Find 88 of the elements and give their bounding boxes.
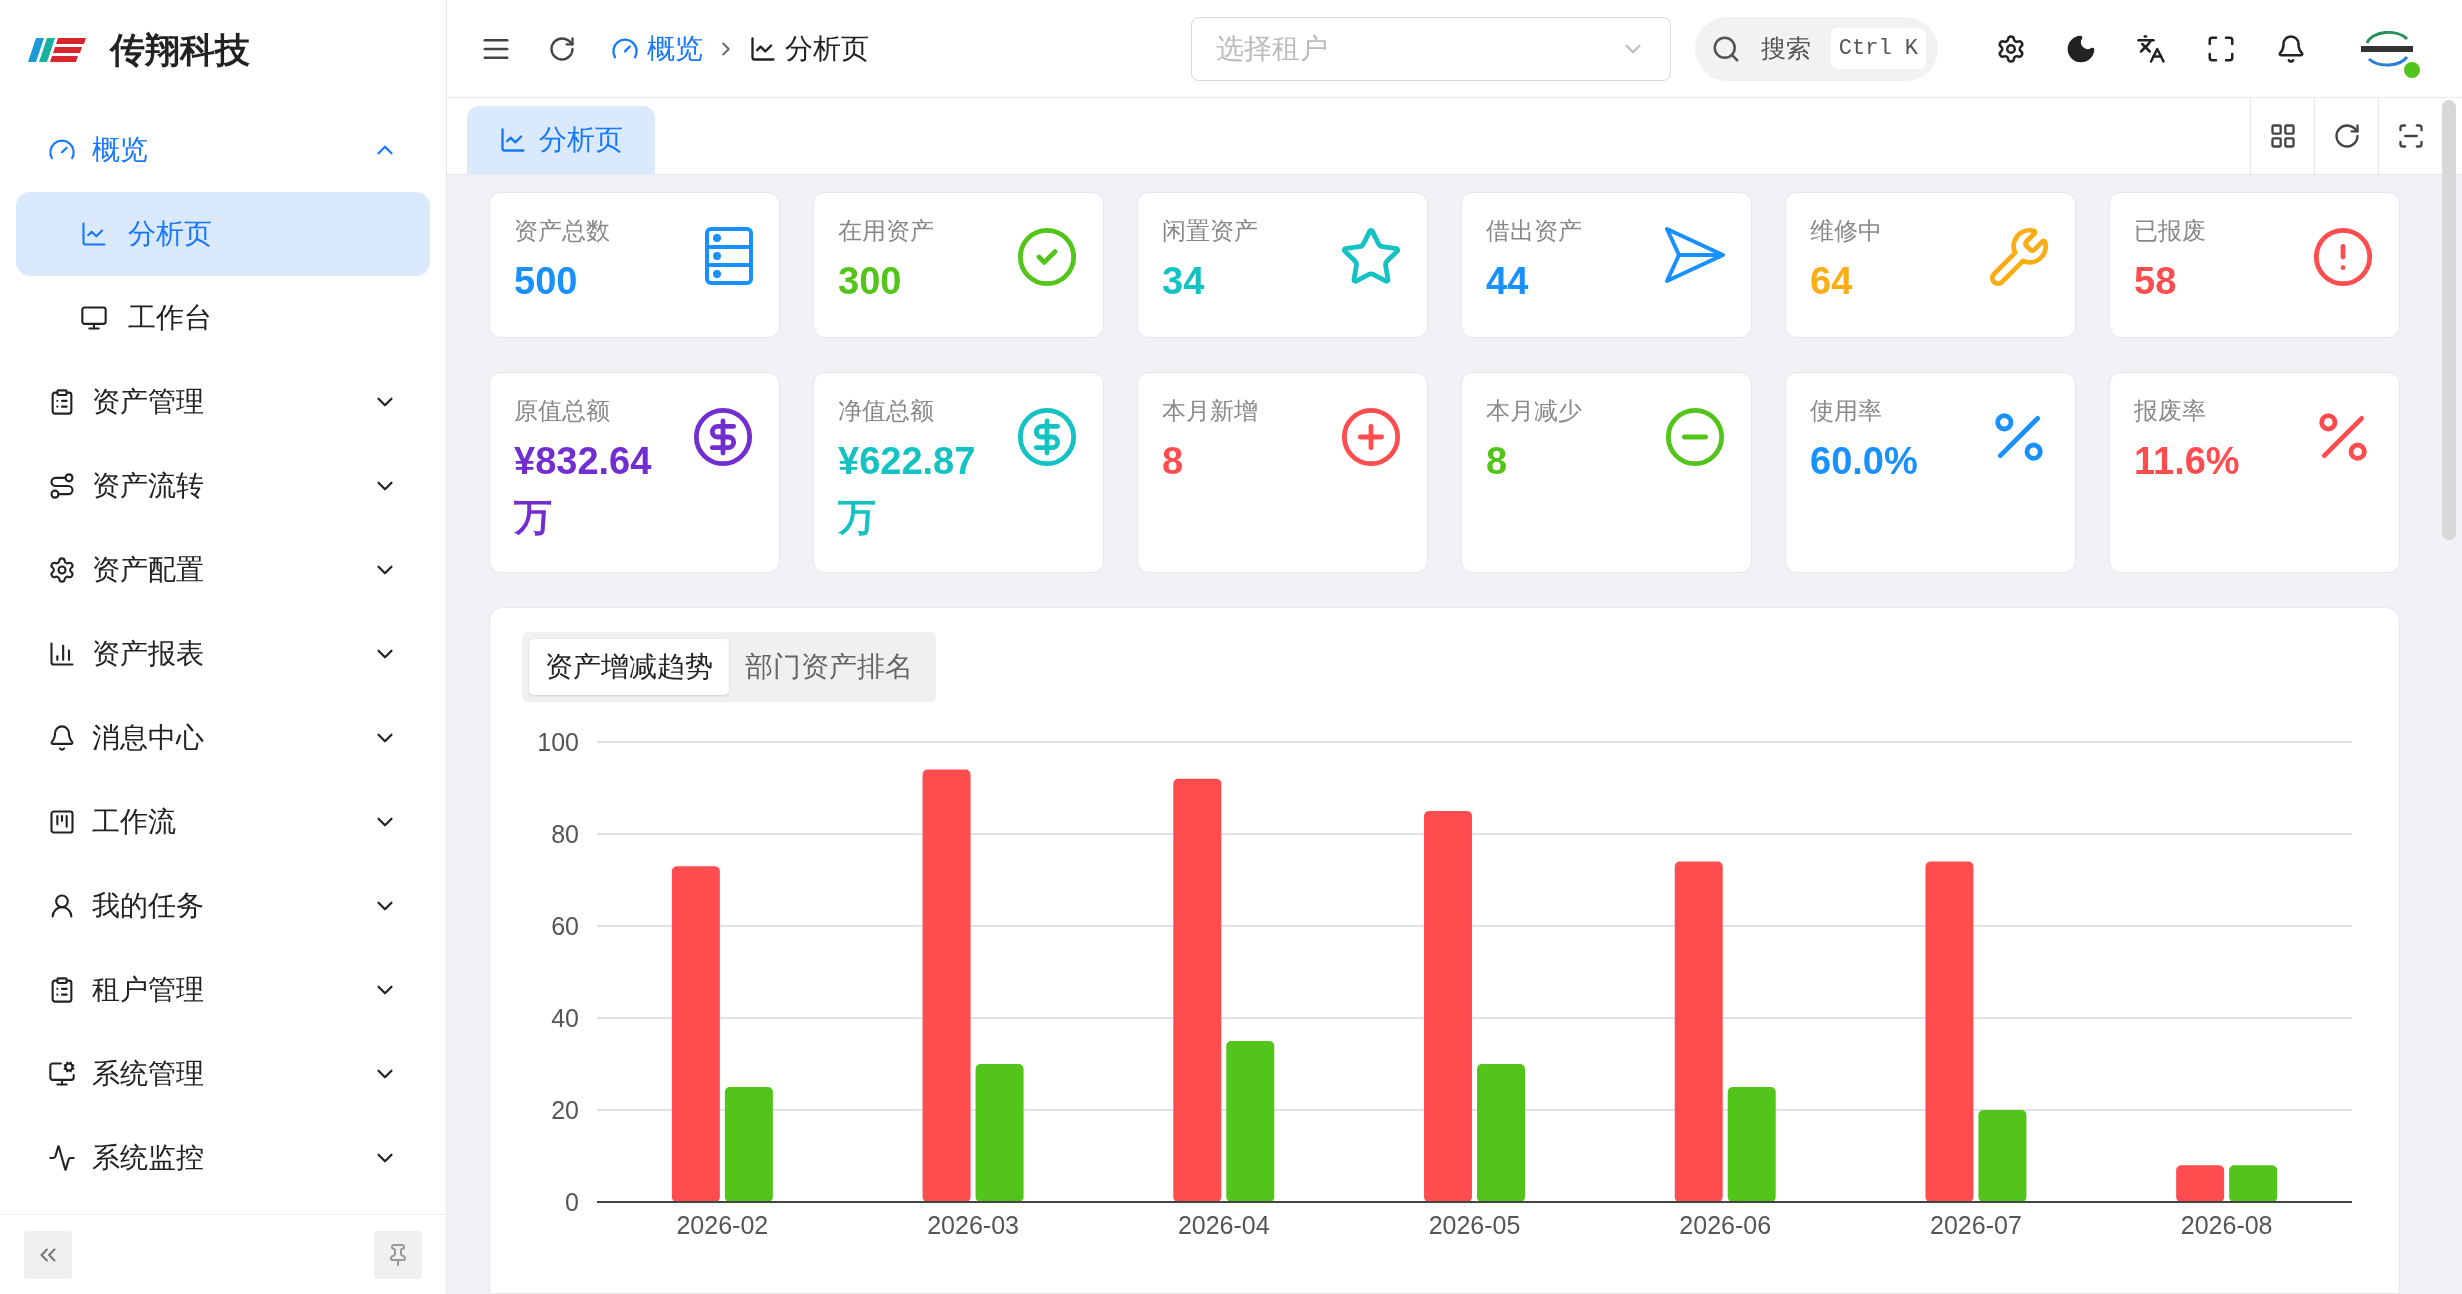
bar-chart-icon	[48, 640, 76, 668]
collapse-button[interactable]	[24, 1230, 72, 1279]
sidebar-item[interactable]: 资产管理	[16, 360, 430, 444]
axis-label: 2026-05	[1428, 1211, 1521, 1239]
breadcrumb-link[interactable]: 分析页	[749, 27, 869, 70]
axis-label: 2026-06	[1679, 1211, 1772, 1239]
bell-icon	[48, 724, 76, 752]
grid-icon	[2268, 122, 2297, 150]
stat-value: 300	[838, 259, 903, 304]
axis-label: 2026-04	[1177, 1211, 1270, 1239]
alert-icon	[2311, 225, 2375, 289]
sidebar-subitem[interactable]: 工作台	[16, 276, 430, 360]
stat-label: 已报废	[2134, 216, 2207, 246]
wrench-icon	[1987, 225, 2051, 289]
sidebar-item[interactable]: 概览	[16, 108, 430, 192]
stat-value: 11.6%	[2134, 439, 2241, 484]
brand-name: 传翔科技	[110, 28, 250, 71]
scan-icon	[2396, 122, 2425, 150]
axis-label: 2026-02	[676, 1211, 769, 1239]
stat-value: 8	[1486, 439, 1509, 484]
axis-label: 2026-08	[2180, 1211, 2273, 1239]
activity-icon	[48, 1144, 76, 1172]
sidebar-item[interactable]: 租户管理	[16, 948, 430, 1032]
chart-tab[interactable]: 部门资产排名	[729, 639, 929, 695]
axis-label: 2026-03	[927, 1211, 1019, 1239]
stat-value: ¥832.64万	[514, 439, 653, 540]
chart-tab[interactable]: 资产增减趋势	[529, 639, 729, 695]
stat-label: 借出资产	[1486, 216, 1583, 246]
axis-label: 100	[537, 728, 579, 756]
translate-icon	[2136, 33, 2166, 64]
line-chart-icon	[80, 220, 108, 248]
sidebar-item[interactable]: 资产配置	[16, 528, 430, 612]
monitor-icon	[80, 304, 108, 332]
axis-label: 80	[551, 820, 579, 848]
stat-label: 原值总额	[514, 396, 611, 426]
minus-circle-icon	[1663, 405, 1727, 469]
bell-icon	[2276, 33, 2306, 64]
stat-label: 报废率	[2134, 396, 2207, 426]
sidebar-item[interactable]: 消息中心	[16, 696, 430, 780]
plus-circle-icon	[1339, 405, 1403, 469]
stat-label: 本月减少	[1486, 396, 1583, 426]
check-circle-icon	[1015, 225, 1079, 289]
dollar-icon	[1015, 405, 1079, 469]
stat-label: 闲置资产	[1162, 216, 1259, 246]
stat-value: 44	[1486, 259, 1530, 304]
sidebar-item[interactable]: 我的任务	[16, 864, 430, 948]
axis-label: 60	[551, 912, 579, 940]
stat-label: 本月新增	[1162, 396, 1259, 426]
line-chart-icon	[749, 34, 777, 63]
kanban-icon	[48, 808, 76, 836]
axis-label: 0	[565, 1188, 579, 1216]
dollar-icon	[691, 405, 755, 469]
axis-label: 40	[551, 1004, 579, 1032]
sidebar-item[interactable]: 系统监控	[16, 1116, 430, 1200]
stat-value: 8	[1162, 439, 1185, 484]
bar	[2229, 1165, 2278, 1202]
breadcrumb-link[interactable]: 概览	[611, 27, 703, 70]
monitor-icon	[48, 1060, 76, 1088]
axis-label: 2026-07	[1930, 1211, 2022, 1239]
stat-label: 使用率	[1810, 396, 1883, 426]
stat-label: 维修中	[1810, 216, 1883, 246]
stat-value: 60.0%	[1810, 439, 1919, 484]
axis-label: 20	[551, 1096, 579, 1124]
stat-value: 64	[1810, 259, 1854, 304]
refresh-icon	[2332, 122, 2361, 150]
logo-icon	[28, 36, 86, 64]
stat-label: 在用资产	[838, 216, 935, 246]
stat-label: 资产总数	[514, 216, 611, 246]
stat-value: 500	[514, 259, 579, 304]
refresh-icon	[548, 34, 576, 63]
route-icon	[48, 472, 76, 500]
sidebar-item[interactable]: 系统管理	[16, 1032, 430, 1116]
pin-button[interactable]	[374, 1230, 422, 1279]
paper-plane-icon	[1663, 225, 1727, 285]
stat-value: ¥622.87万	[838, 439, 977, 540]
sidebar-item[interactable]: 资产报表	[16, 612, 430, 696]
search-button[interactable]: 搜索 Ctrl K	[1694, 16, 1938, 81]
line-chart-icon	[499, 126, 527, 154]
sidebar-item[interactable]: 工作流	[16, 780, 430, 864]
bar	[2176, 1165, 2225, 1202]
shortcut-key: Ctrl K	[1830, 28, 1926, 69]
server-icon	[703, 225, 755, 287]
gear-icon	[48, 556, 76, 584]
stat-value: 34	[1162, 259, 1206, 304]
settings-icon	[1996, 33, 2026, 64]
sidebar-item[interactable]: 资产流转	[16, 444, 430, 528]
stat-value: 58	[2134, 259, 2178, 304]
stat-label: 净值总额	[838, 396, 935, 426]
